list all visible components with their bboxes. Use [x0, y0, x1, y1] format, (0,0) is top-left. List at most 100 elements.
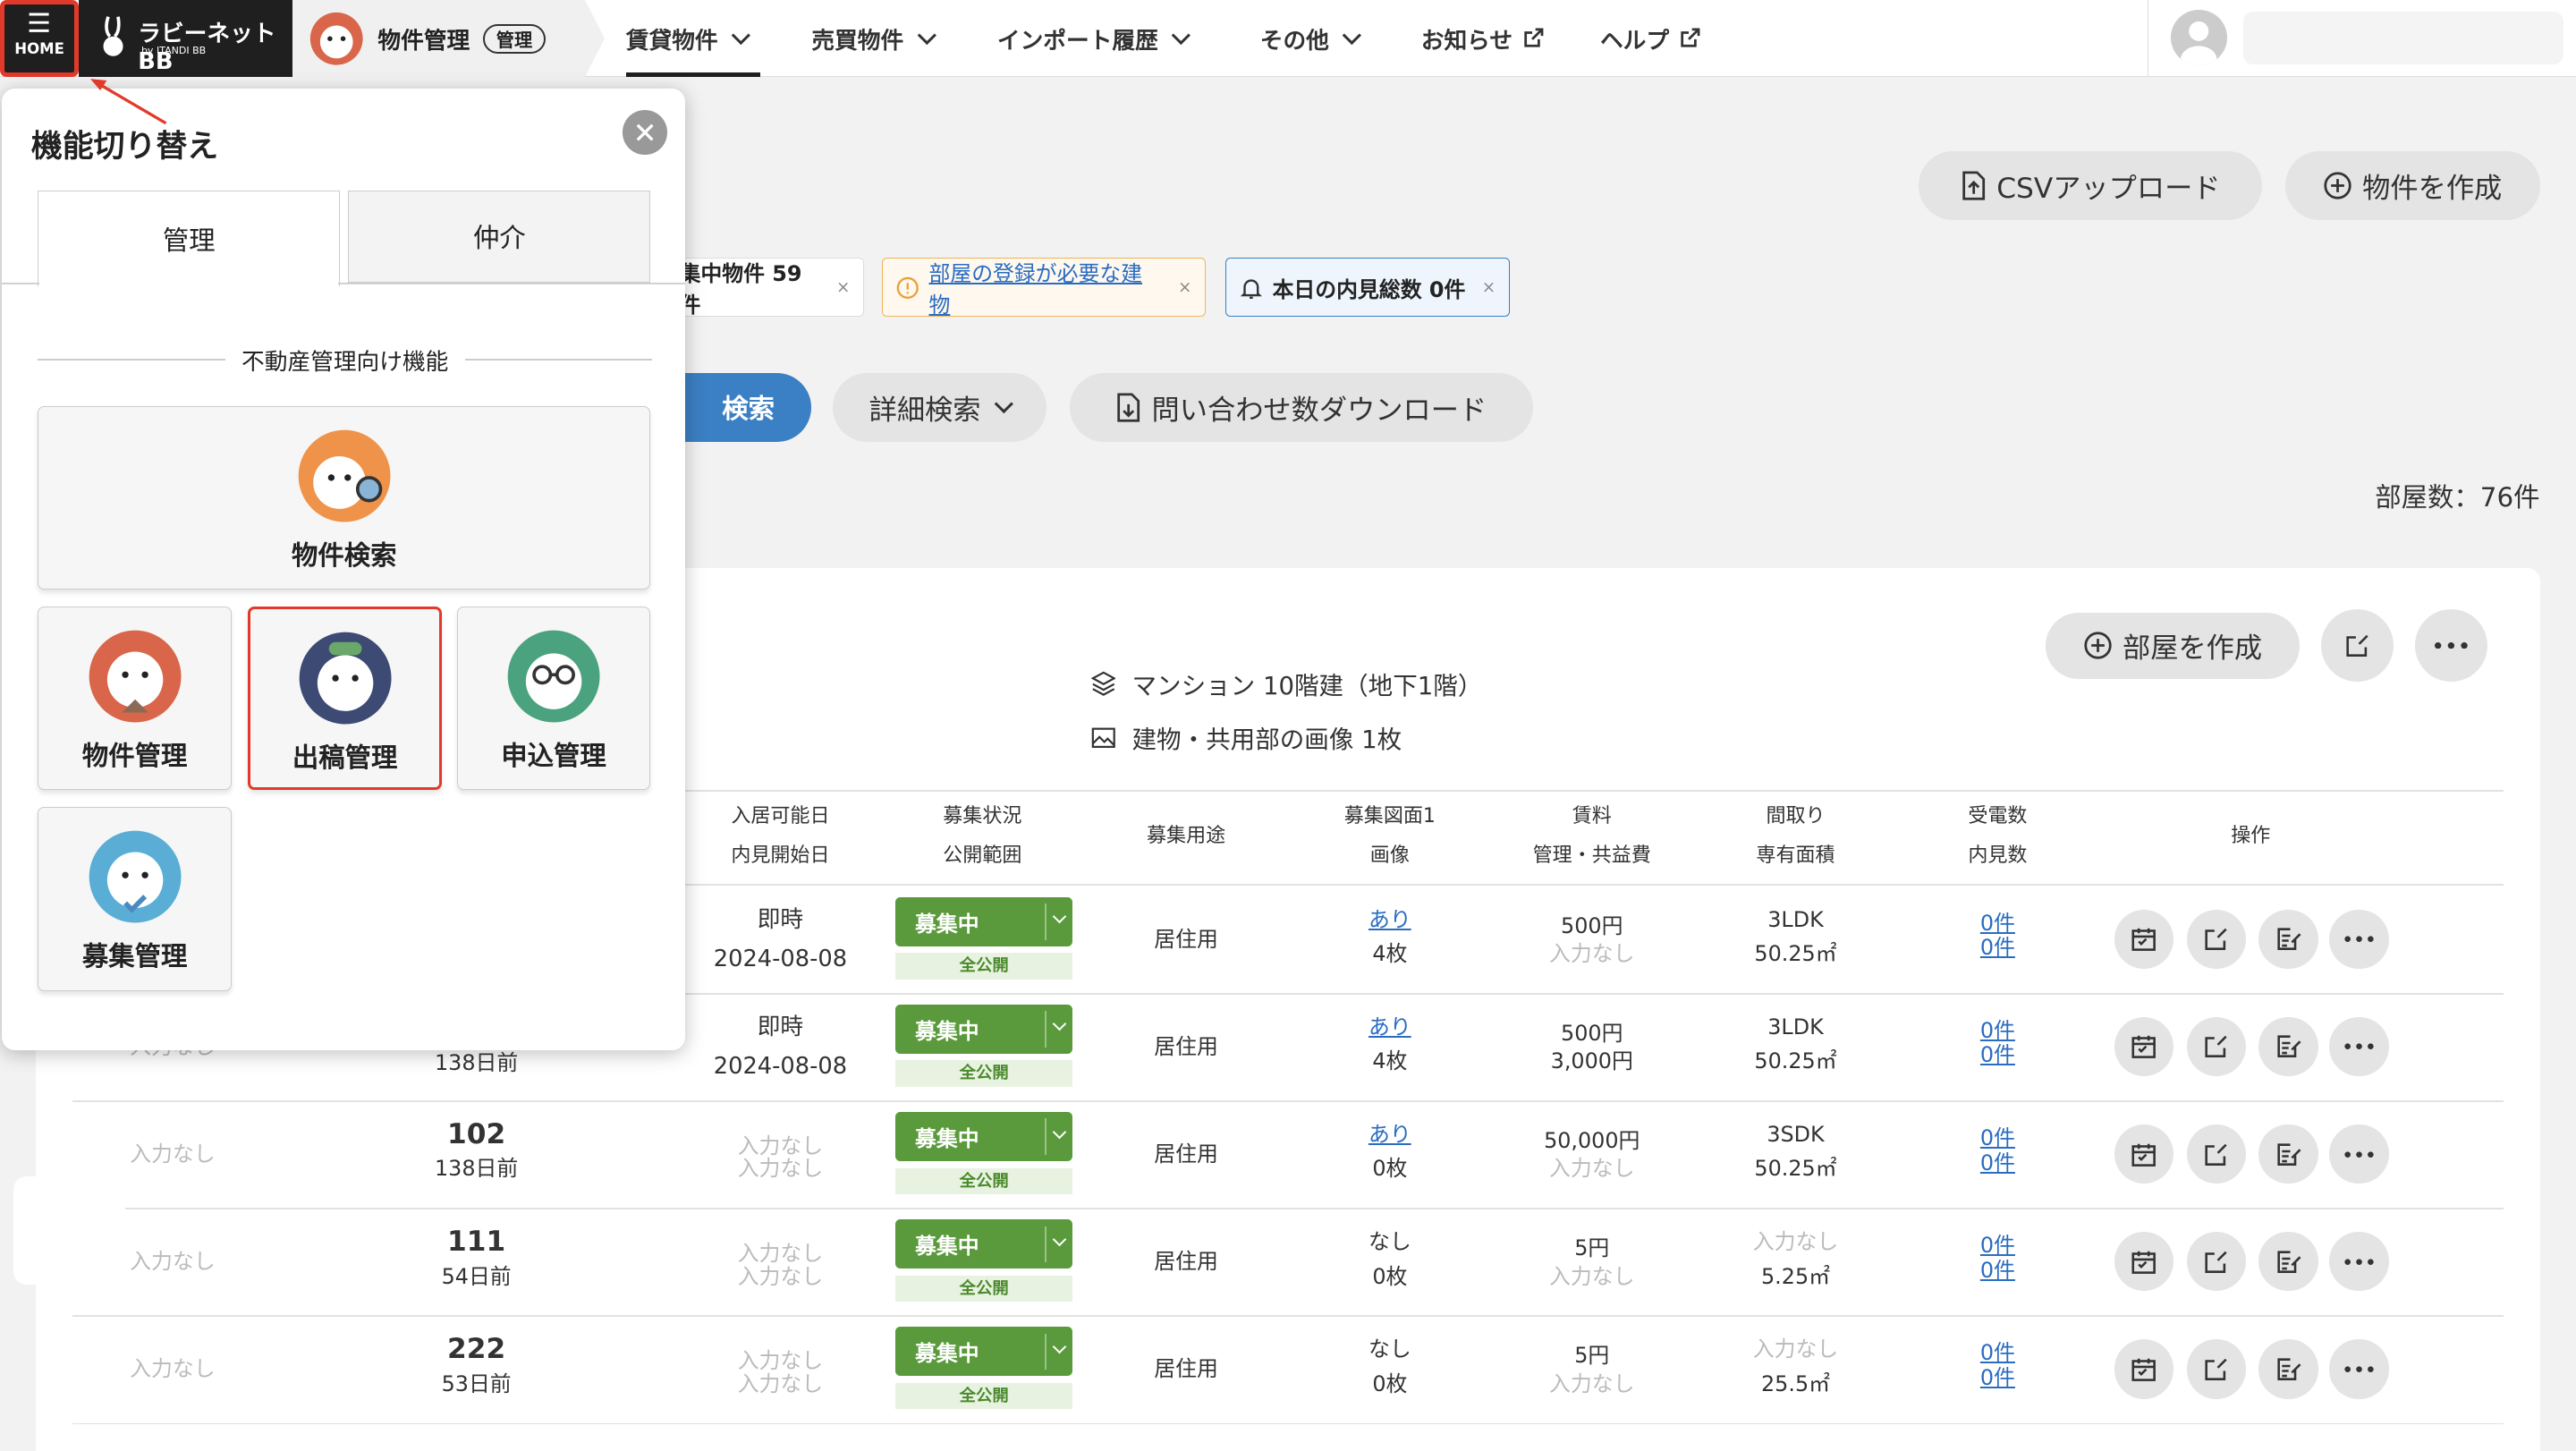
- viewings-link[interactable]: 0件: [1948, 1258, 2046, 1284]
- status-dropdown[interactable]: 募集中: [895, 1004, 1073, 1055]
- detail-search-button[interactable]: 詳細検索: [833, 372, 1046, 443]
- inquiry-download-button[interactable]: 問い合わせ数ダウンロード: [1069, 372, 1533, 443]
- table-cell: 入力なし: [737, 1263, 824, 1289]
- room-more-button[interactable]: [2329, 1232, 2389, 1292]
- chevron-down-icon: [1052, 1017, 1067, 1031]
- bear-house-icon: [89, 630, 182, 723]
- floor-plan-link[interactable]: あり: [1324, 1011, 1455, 1044]
- viewing-schedule-button[interactable]: [2114, 1339, 2174, 1399]
- chevron-down-icon: [994, 395, 1013, 414]
- annotation-arrow-icon: [90, 79, 167, 125]
- status-dropdown[interactable]: 募集中: [895, 1112, 1073, 1162]
- edit-document-icon: [2277, 1358, 2301, 1380]
- viewings-link[interactable]: 0件: [1948, 1150, 2046, 1176]
- nav-other[interactable]: その他: [1260, 0, 1361, 77]
- column-header: 募集用途: [1112, 817, 1259, 856]
- feature-property-search[interactable]: 物件検索: [38, 405, 651, 590]
- feature-label: 出稿管理: [292, 742, 398, 773]
- nav-sale[interactable]: 売買物件: [811, 0, 936, 77]
- close-icon[interactable]: ×: [1178, 278, 1191, 297]
- column-header: 賃料 管理・共益費: [1502, 797, 1682, 876]
- edit-icon: [2205, 1143, 2227, 1166]
- edit-room-button[interactable]: [2186, 1339, 2246, 1399]
- tab-broker[interactable]: 仲介: [348, 191, 651, 283]
- search-button[interactable]: 検索: [684, 372, 812, 443]
- room-more-button[interactable]: [2329, 909, 2389, 970]
- create-property-button[interactable]: 物件を作成: [2284, 150, 2540, 221]
- edit-room-button[interactable]: [2186, 909, 2246, 970]
- feature-label: 物件検索: [292, 539, 397, 571]
- edit-icon: [2205, 1036, 2227, 1058]
- close-panel-button[interactable]: [623, 110, 667, 155]
- table-cell: 50.25㎡: [1754, 1048, 1837, 1074]
- room-more-button[interactable]: [2329, 1017, 2389, 1077]
- edit-listing-button[interactable]: [2258, 1124, 2318, 1184]
- chip-today-viewings[interactable]: 本日の内見総数 0件 ×: [1225, 258, 1510, 318]
- edit-building-button[interactable]: [2321, 609, 2394, 683]
- floating-widget[interactable]: [13, 1176, 125, 1286]
- table-cell: 2024-08-08: [713, 1052, 848, 1080]
- header-line-1: 募集用途: [1147, 824, 1226, 847]
- edit-room-button[interactable]: [2186, 1124, 2246, 1184]
- status-label: 募集中: [915, 1341, 979, 1367]
- calls-link[interactable]: 0件: [1948, 1018, 2046, 1044]
- feature-label: 申込管理: [501, 740, 606, 771]
- status-label: 募集中: [915, 1234, 979, 1260]
- viewings-link[interactable]: 0件: [1948, 1365, 2046, 1391]
- edit-room-button[interactable]: [2186, 1017, 2246, 1077]
- room-more-button[interactable]: [2329, 1124, 2389, 1184]
- chevron-down-icon: [731, 26, 750, 45]
- feature-listing-management[interactable]: 出稿管理: [248, 606, 443, 791]
- status-dropdown[interactable]: 募集中: [895, 896, 1073, 946]
- room-more-button[interactable]: [2329, 1339, 2389, 1399]
- header-line-1: 操作: [2231, 824, 2271, 847]
- floor-plan-link[interactable]: あり: [1324, 904, 1455, 937]
- chip-rooms-label[interactable]: 部屋の登録が必要な建物: [928, 256, 1161, 318]
- edit-listing-button[interactable]: [2258, 1017, 2318, 1077]
- nav-news[interactable]: お知らせ: [1421, 0, 1544, 77]
- nav-rental[interactable]: 賃貸物件: [625, 0, 761, 78]
- viewings-link[interactable]: 0件: [1948, 1043, 2046, 1068]
- header-line-1: 入居可能日: [731, 804, 830, 827]
- table-cell: 入力なし: [1752, 1228, 1839, 1254]
- tab-manage[interactable]: 管理: [38, 191, 341, 286]
- edit-room-button[interactable]: [2186, 1232, 2246, 1292]
- close-icon[interactable]: ×: [1482, 278, 1496, 297]
- edit-listing-button[interactable]: [2258, 1232, 2318, 1292]
- layers-icon: [1090, 671, 1116, 696]
- edit-listing-button[interactable]: [2258, 1339, 2318, 1399]
- feature-recruitment-management[interactable]: 募集管理: [38, 806, 232, 991]
- viewing-schedule-button[interactable]: [2114, 909, 2174, 970]
- calls-link[interactable]: 0件: [1948, 1233, 2046, 1259]
- feature-application-management[interactable]: 申込管理: [456, 606, 651, 791]
- viewing-schedule-button[interactable]: [2114, 1124, 2174, 1184]
- bear-search-icon: [298, 429, 391, 522]
- table-cell: 0枚: [1372, 1263, 1408, 1289]
- csv-upload-label: CSVアップロード: [1996, 173, 2221, 206]
- viewing-schedule-button[interactable]: [2114, 1017, 2174, 1077]
- floor-plan-link[interactable]: あり: [1324, 1118, 1455, 1151]
- viewings-link[interactable]: 0件: [1948, 936, 2046, 961]
- close-icon[interactable]: ×: [836, 278, 850, 297]
- calls-link[interactable]: 0件: [1948, 1125, 2046, 1151]
- nav-help[interactable]: ヘルプ: [1600, 0, 1700, 77]
- viewing-schedule-button[interactable]: [2114, 1232, 2174, 1292]
- feature-property-management[interactable]: 物件管理: [38, 606, 232, 791]
- csv-upload-button[interactable]: CSVアップロード: [1919, 150, 2263, 221]
- table-cell: 居住用: [1154, 1249, 1218, 1275]
- building-more-button[interactable]: [2414, 609, 2487, 683]
- status-dropdown[interactable]: 募集中: [895, 1219, 1073, 1269]
- status-dropdown[interactable]: 募集中: [895, 1327, 1073, 1377]
- nav-import-history[interactable]: インポート履歴: [997, 0, 1191, 77]
- add-room-button[interactable]: 部屋を作成: [2045, 613, 2301, 679]
- table-cell: 4枚: [1372, 1048, 1408, 1074]
- account-area[interactable]: [2147, 0, 2576, 78]
- building-images: 建物・共用部の画像 1枚: [1091, 719, 1402, 755]
- chip-focus-properties[interactable]: 集中物件 59件 ×: [665, 258, 865, 318]
- chip-rooms-needed[interactable]: 部屋の登録が必要な建物 ×: [882, 256, 1207, 318]
- calls-link[interactable]: 0件: [1948, 1341, 2046, 1366]
- edit-icon: [2346, 634, 2368, 658]
- calls-link[interactable]: 0件: [1948, 911, 2046, 937]
- edit-listing-button[interactable]: [2258, 909, 2318, 970]
- module-indicator[interactable]: 物件管理 管理: [292, 0, 605, 78]
